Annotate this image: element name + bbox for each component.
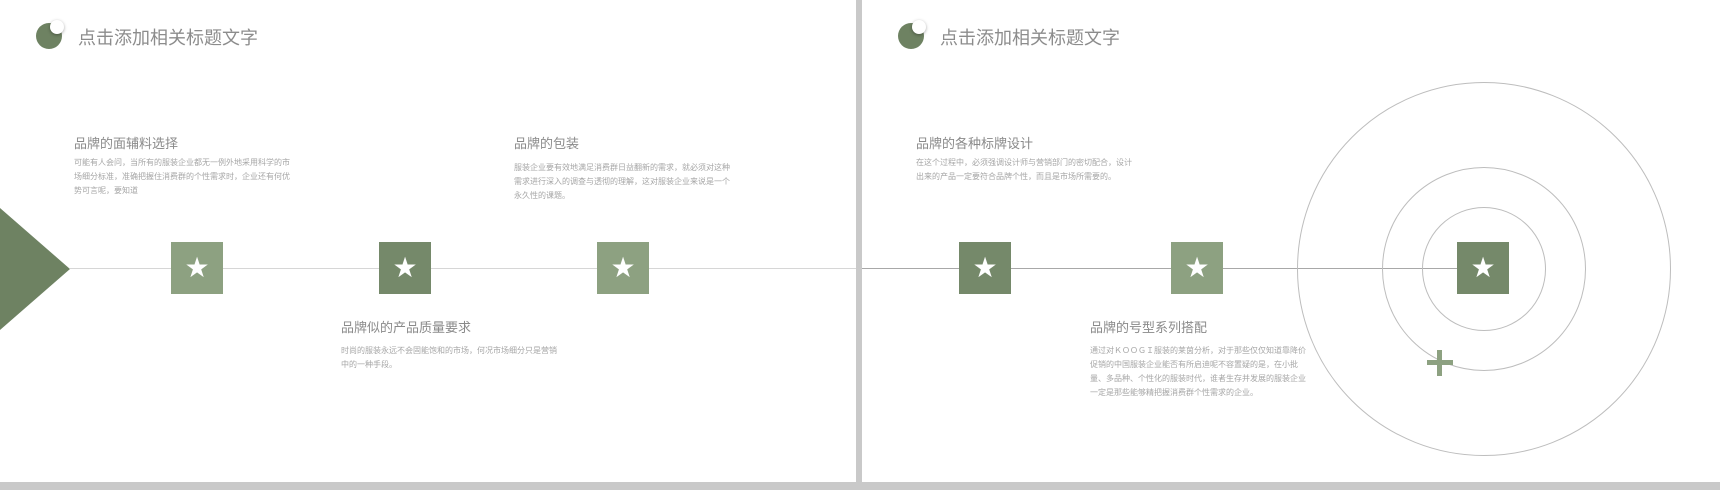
block-title: 品牌似的产品质量要求 (341, 321, 472, 336)
block-body: 服装企业要有效地满足消费群日益翻新的需求，就必须对这种需求进行深入的调查与透彻的… (514, 163, 730, 200)
slide-title: 点击添加相关标题文字 (940, 28, 1120, 49)
star-icon: ★ (1171, 242, 1223, 294)
slide-right: 点击添加相关标题文字 品牌的各种标牌设计 在这个过程中，必须强调设计师与营销部门… (862, 0, 1720, 482)
star-icon: ★ (959, 242, 1011, 294)
block-title: 品牌的各种标牌设计 (916, 137, 1034, 152)
star-icon: ★ (597, 242, 649, 294)
arrow-triangle-shape (0, 208, 70, 330)
block-title: 品牌的面辅料选择 (74, 137, 179, 152)
title-bullet-icon (36, 20, 66, 50)
slide-title: 点击添加相关标题文字 (78, 28, 258, 49)
star-icon: ★ (379, 242, 431, 294)
block-body: 通过对ＫＯＯＧＩ服装的莱茵分析，对于那些仅仅知道靠降价促销的中国服装企业能否有所… (1090, 346, 1306, 397)
block-title: 品牌的包装 (514, 137, 580, 152)
title-bullet-icon (898, 20, 928, 50)
block-body: 在这个过程中，必须强调设计师与营销部门的密切配合，设计出来的产品一定要符合品牌个… (916, 158, 1132, 181)
block-title: 品牌的号型系列搭配 (1090, 321, 1208, 336)
slide-left: 点击添加相关标题文字 品牌的面辅料选择 可能有人会问，当所有的服装企业都无一例外… (0, 0, 856, 482)
block-body: 可能有人会问，当所有的服装企业都无一例外地采用科学的市场细分标准，准确把握住消费… (74, 158, 290, 195)
star-icon: ★ (1457, 242, 1509, 294)
star-icon: ★ (171, 242, 223, 294)
block-body: 时尚的服装永远不会固能饱和的市场，何况市场细分只是营销中的一种手段。 (341, 346, 557, 369)
